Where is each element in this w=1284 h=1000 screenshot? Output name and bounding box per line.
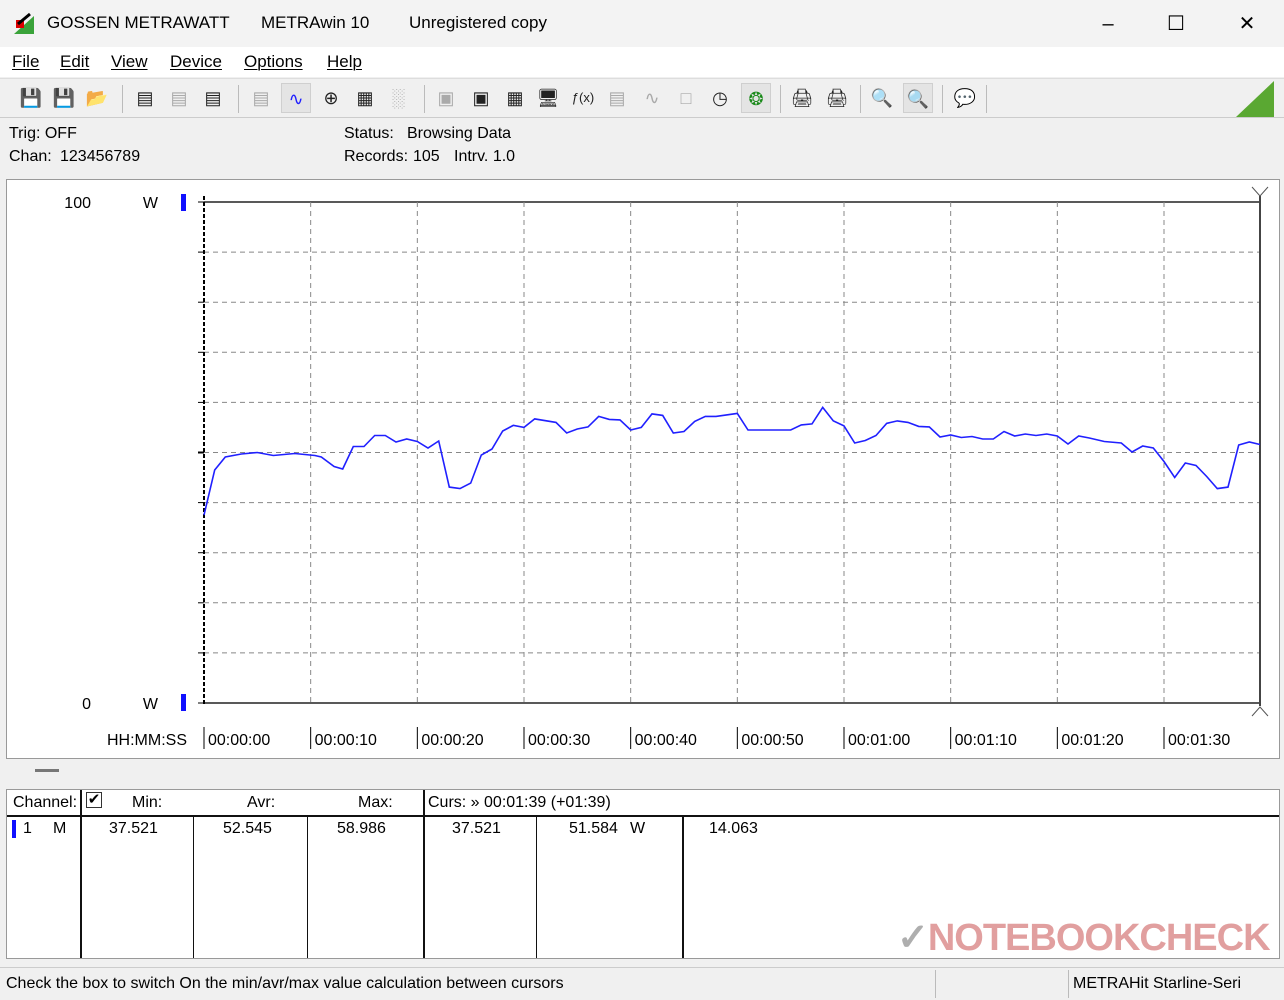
row-max: 58.986 bbox=[337, 820, 386, 837]
power-chart[interactable]: 100 W 0 W HH:MM:SS 00:00:00 00:00:10 00:00… bbox=[1, 1, 1275, 749]
series-line-channel-1 bbox=[203, 406, 1261, 516]
status-device: METRAHit Starline-Seri bbox=[1073, 975, 1242, 992]
row-mode: M bbox=[53, 820, 67, 837]
row-cursor-a: 37.521 bbox=[452, 820, 501, 837]
channel-marker-top bbox=[181, 194, 186, 211]
x-tick-label: 00:01:00 bbox=[848, 732, 910, 749]
x-tick-label: 00:01:20 bbox=[1061, 732, 1123, 749]
channel-marker-bottom bbox=[181, 694, 186, 711]
y-min-label: 0 bbox=[82, 696, 91, 713]
header-channel: Channel: bbox=[13, 794, 78, 811]
row-avr: 52.545 bbox=[223, 820, 272, 837]
chart-grid bbox=[204, 201, 1260, 704]
row-min: 37.521 bbox=[109, 820, 158, 837]
x-axis-label: HH:MM:SS bbox=[107, 732, 187, 749]
x-tick-label: 00:00:00 bbox=[208, 732, 270, 749]
cursor-right-top-handle[interactable] bbox=[1251, 186, 1269, 197]
row-cursor-b: 51.584 bbox=[569, 820, 618, 837]
cursor-right-bottom-handle[interactable] bbox=[1251, 706, 1269, 717]
splitter-bar[interactable] bbox=[6, 759, 1280, 785]
header-cursor: Curs: » 00:01:39 (+01:39) bbox=[428, 794, 611, 811]
x-tick-label: 00:00:30 bbox=[528, 732, 590, 749]
x-tick-label: 00:00:20 bbox=[421, 732, 483, 749]
y-min-unit: W bbox=[143, 696, 159, 713]
chart-panel[interactable]: 100 W 0 W HH:MM:SS 00:00:00 00:00:10 00:00… bbox=[6, 179, 1280, 759]
status-hint: Check the box to switch On the min/avr/m… bbox=[6, 975, 564, 992]
x-tick-labels: 00:00:00 00:00:10 00:00:20 00:00:30 00:00:40… bbox=[203, 727, 1230, 749]
y-max-label: 100 bbox=[64, 195, 91, 212]
splitter-handle[interactable] bbox=[35, 769, 59, 772]
measurement-table: Channel: ✔ Min: Avr: Max: Curs: » 00:01:… bbox=[6, 789, 1280, 959]
y-max-unit: W bbox=[143, 195, 159, 212]
status-bar: Check the box to switch On the min/avr/m… bbox=[0, 967, 1284, 1000]
x-tick-label: 00:01:10 bbox=[955, 732, 1017, 749]
x-tick-label: 00:00:40 bbox=[635, 732, 697, 749]
x-tick-label: 00:00:50 bbox=[741, 732, 803, 749]
minmax-checkbox[interactable]: ✔ bbox=[86, 792, 102, 808]
x-tick-label: 00:00:10 bbox=[315, 732, 377, 749]
header-max: Max: bbox=[358, 794, 393, 811]
watermark-logo: ✓NOTEBOOKCHECK bbox=[897, 917, 1271, 959]
x-tick-label: 00:01:30 bbox=[1168, 732, 1230, 749]
row-unit: W bbox=[630, 820, 646, 837]
row-extra: 14.063 bbox=[709, 820, 758, 837]
header-min: Min: bbox=[132, 794, 163, 811]
channel-color-marker bbox=[12, 820, 16, 838]
row-channel: 1 bbox=[23, 820, 32, 837]
header-avr: Avr: bbox=[247, 794, 276, 811]
